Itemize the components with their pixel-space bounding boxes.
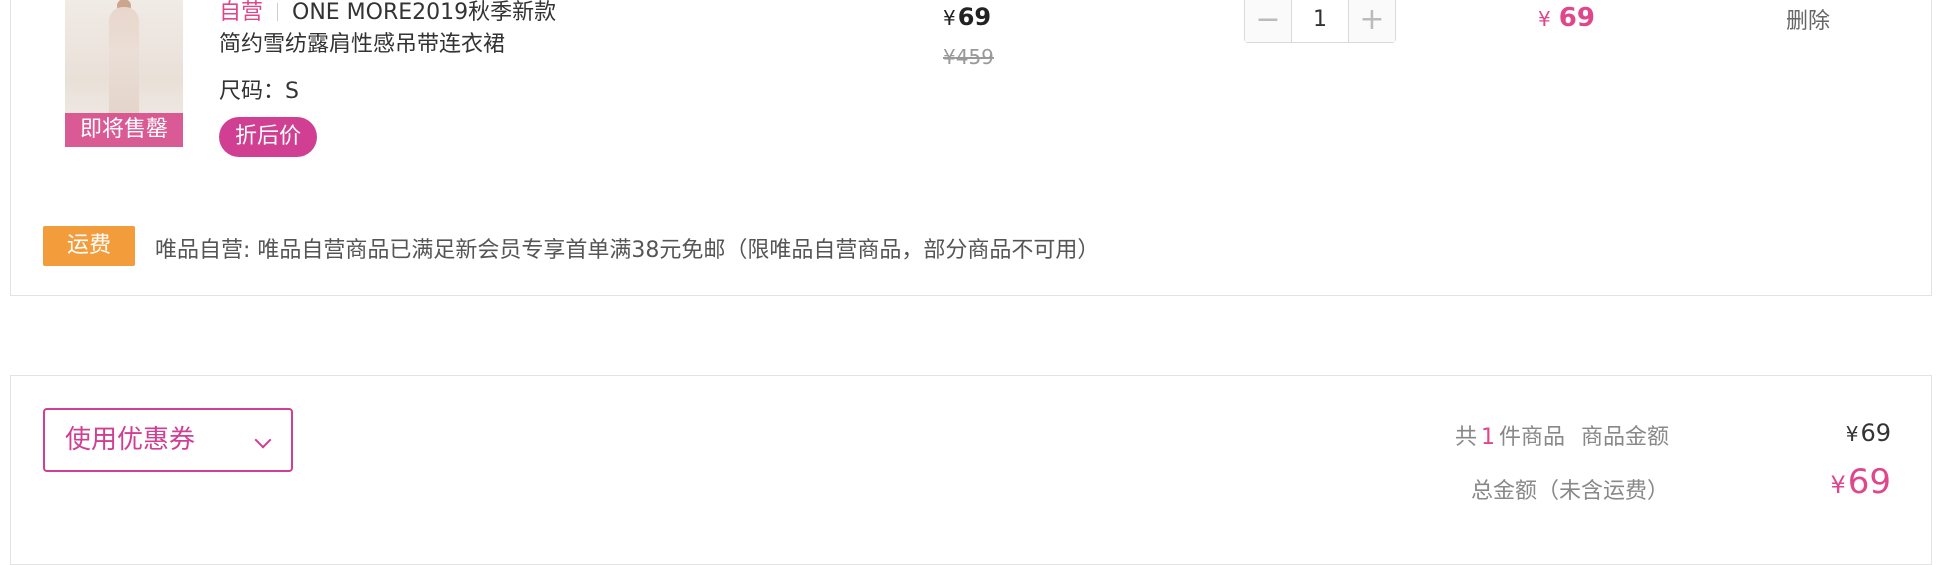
item-count: 1: [1480, 425, 1495, 450]
shipping-text: 唯品自营: 唯品自营商品已满足新会员专享首单满38元免邮（限唯品自营商品，部分商…: [155, 238, 1100, 263]
product-image-figure: [109, 7, 139, 119]
coupon-select[interactable]: 使用优惠券: [43, 408, 293, 472]
total-label: 总金额（未含运费）: [1470, 479, 1669, 504]
coupon-select-label: 使用优惠券: [65, 425, 196, 455]
goods-amount-label: 商品金额: [1580, 425, 1669, 450]
item-subtotal-value: 69: [1558, 3, 1595, 33]
product-title-line1[interactable]: 自营 ONE MORE2019秋季新款: [219, 0, 556, 27]
item-subtotal: ¥69: [1538, 3, 1595, 33]
total-amount: ¥69: [1830, 462, 1891, 502]
quantity-value[interactable]: 1: [1291, 0, 1349, 42]
unit-price-value: 69: [957, 3, 992, 31]
sold-out-soon-badge: 即将售罄: [65, 113, 183, 147]
currency-symbol: ¥: [1538, 7, 1551, 31]
currency-symbol: ¥: [943, 6, 956, 30]
title-separator: [277, 3, 279, 21]
chevron-down-icon: [254, 431, 272, 449]
product-image[interactable]: 即将售罄: [65, 0, 183, 147]
minus-icon[interactable]: −: [1245, 0, 1291, 42]
delete-button[interactable]: 删除: [1786, 3, 1830, 35]
quantity-stepper: − 1 +: [1244, 0, 1396, 43]
cart-item-card: 即将售罄 自营 ONE MORE2019秋季新款 简约雪纺露肩性感吊带连衣裙 尺码…: [10, 0, 1932, 197]
product-size: 尺码：S: [219, 79, 299, 104]
order-summary-card: 使用优惠券 共 1 件商品 商品金额 ¥69 总金额（未含运费） ¥69: [10, 375, 1932, 565]
goods-amount: ¥69: [1846, 419, 1891, 447]
original-price-value: 459: [955, 45, 994, 69]
count-prefix: 共: [1454, 425, 1477, 450]
currency-symbol: ¥: [1830, 471, 1846, 499]
product-title-text[interactable]: ONE MORE2019秋季新款: [292, 0, 556, 25]
currency-symbol: ¥: [943, 45, 956, 69]
shipping-info-card: 运费 唯品自营: 唯品自营商品已满足新会员专享首单满38元免邮（限唯品自营商品，…: [10, 196, 1932, 296]
discount-price-tag: 折后价: [219, 117, 318, 157]
unit-price: ¥69: [943, 3, 991, 31]
plus-icon[interactable]: +: [1349, 0, 1395, 42]
goods-amount-value: 69: [1860, 419, 1891, 447]
total-amount-value: 69: [1847, 462, 1891, 502]
self-operated-tag: 自营: [219, 0, 264, 25]
goods-count-row: 共 1 件商品 商品金额: [1455, 419, 1669, 451]
original-price: ¥459: [943, 45, 994, 69]
currency-symbol: ¥: [1845, 422, 1859, 446]
product-title-line2[interactable]: 简约雪纺露肩性感吊带连衣裙: [219, 31, 505, 59]
count-suffix: 件商品: [1498, 425, 1565, 450]
shipping-badge: 运费: [43, 226, 135, 266]
